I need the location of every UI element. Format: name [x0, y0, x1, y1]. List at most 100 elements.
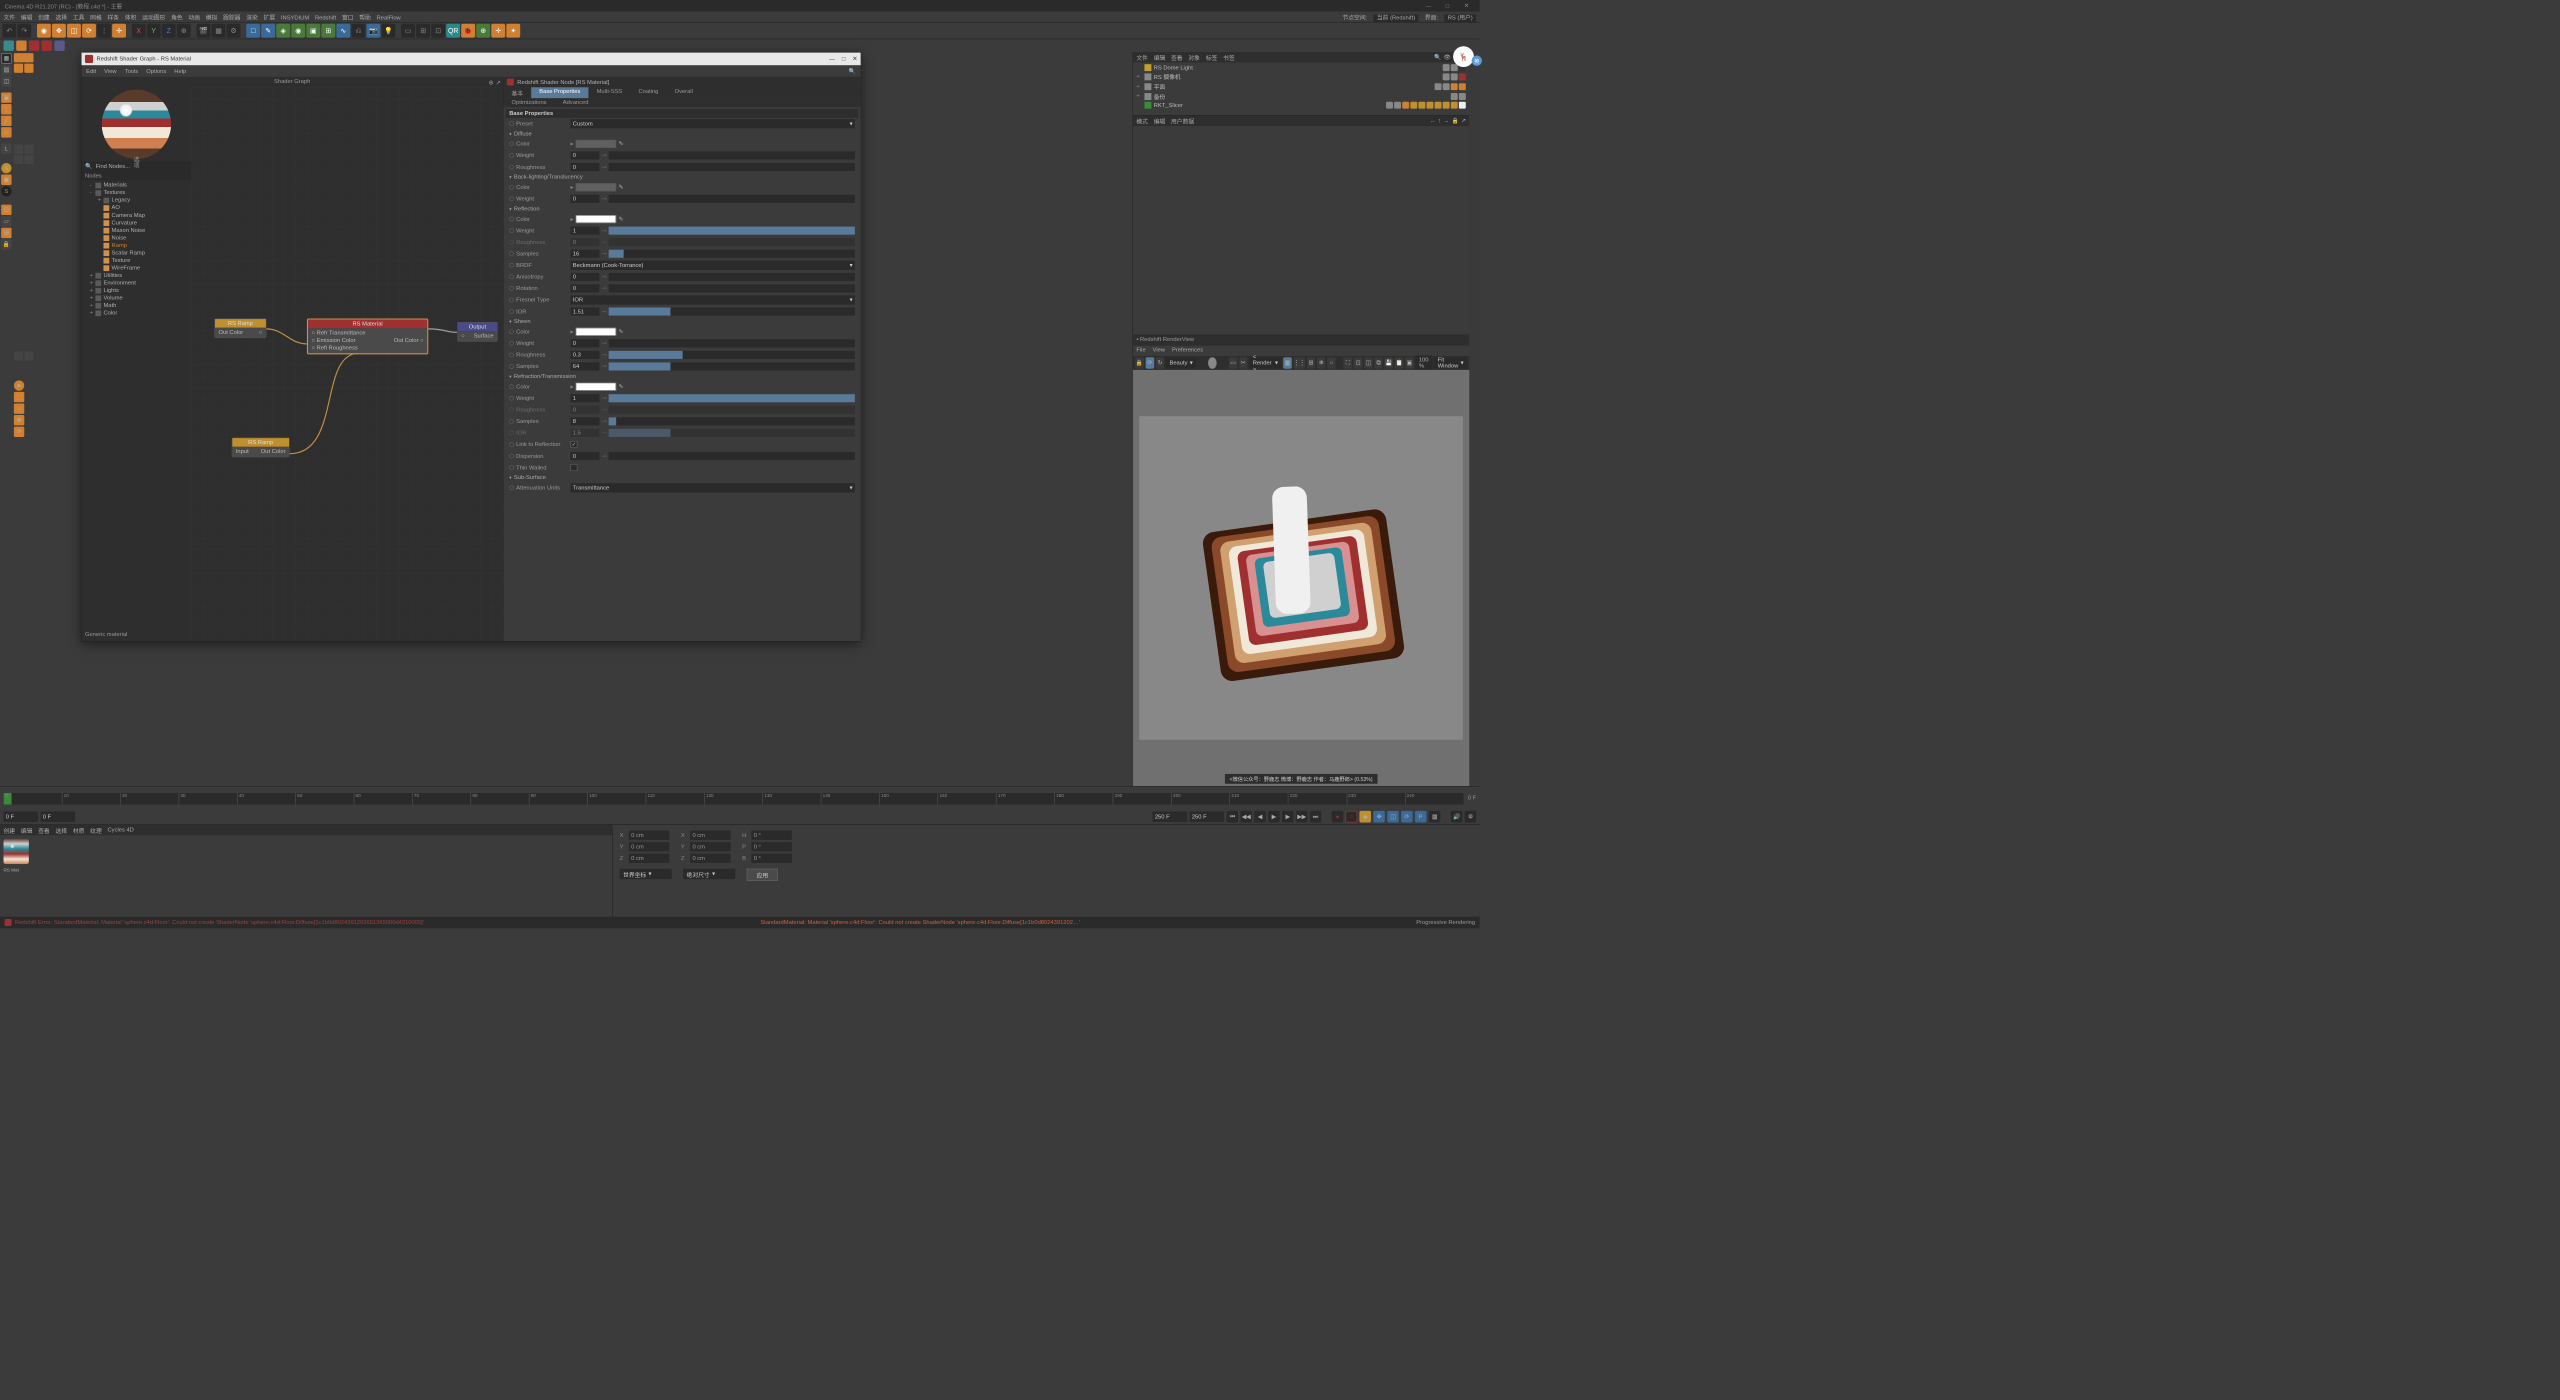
move-tool[interactable]: ✥ [52, 24, 66, 38]
shader-window-titlebar[interactable]: Redshift Shader Graph - RS Material —□✕ [81, 53, 860, 66]
shader-menu-help[interactable]: Help [174, 68, 186, 74]
tab-multi-sss[interactable]: Multi-SSS [588, 87, 630, 98]
frame-cur-input[interactable] [40, 812, 75, 822]
tree-item-color[interactable]: +Color [81, 309, 191, 317]
qr-button[interactable]: QR [446, 24, 460, 38]
rv-render-button[interactable]: ⟳ [1145, 357, 1154, 369]
menu-渲染[interactable]: 渲染 [246, 15, 258, 21]
attr-menu-编辑[interactable]: 编辑 [1154, 116, 1166, 125]
sub-btn-3[interactable] [29, 40, 39, 50]
circle-tool[interactable]: ○ [14, 403, 24, 413]
rv-region-icon[interactable]: ▭ [1229, 357, 1238, 369]
menu-网格[interactable]: 网格 [90, 15, 102, 21]
crosshair-icon[interactable]: ✛ [491, 24, 505, 38]
tex-mode[interactable]: ▨ [1, 65, 11, 75]
tree-item-wireframe[interactable]: WireFrame [81, 264, 191, 272]
key-pos-button[interactable]: ✥ [1373, 811, 1385, 823]
menu-运动图形[interactable]: 运动图形 [142, 15, 165, 21]
shader-menu-options[interactable]: Options [146, 68, 166, 74]
key-param-button[interactable]: P [1415, 811, 1427, 823]
obj-menu-书签[interactable]: 书签 [1223, 53, 1235, 62]
next-key-button[interactable]: ▶▶ [1296, 811, 1308, 823]
pal-1[interactable] [14, 53, 34, 62]
undo-button[interactable]: ↶ [2, 24, 16, 38]
rv-menu-file[interactable]: File [1136, 347, 1145, 355]
tree-item-ramp[interactable]: Ramp [81, 242, 191, 250]
s-icon-1[interactable]: S [1, 163, 11, 173]
tree-item-utilities[interactable]: +Utilities [81, 272, 191, 280]
material-preview[interactable] [102, 90, 171, 159]
play-button[interactable]: ▶ [1268, 811, 1280, 823]
menu-样条[interactable]: 样条 [108, 15, 120, 21]
node-rs-material[interactable]: RS Material ○ Refr Transmittance○ Emissi… [307, 318, 428, 354]
shader-max-button[interactable]: □ [842, 56, 845, 62]
tab-advanced[interactable]: Advanced [555, 98, 597, 107]
floor-button[interactable]: ▭ [401, 24, 415, 38]
minimize-button[interactable]: — [1420, 3, 1437, 9]
obj-备份[interactable]: +备份 [1134, 91, 1468, 101]
redo-button[interactable]: ↷ [17, 24, 31, 38]
apply-button[interactable]: 应用 [747, 869, 778, 881]
grid-button[interactable]: ⊞ [416, 24, 430, 38]
tab-基本[interactable]: 基本 [503, 87, 531, 98]
obj-RS Dome Light[interactable]: RS Dome Light [1134, 64, 1468, 72]
frame-total-input[interactable] [1190, 812, 1225, 822]
locked[interactable]: 🔒 [1, 239, 11, 249]
tree-item-noise[interactable]: Noise [81, 234, 191, 242]
tab-coating[interactable]: Coating [630, 87, 666, 98]
tab-overall[interactable]: Overall [666, 87, 700, 98]
snap-button[interactable]: ⊡ [431, 24, 445, 38]
shader-min-button[interactable]: — [829, 56, 835, 62]
poly-mode[interactable]: ▱ [1, 127, 11, 137]
rv-expand-icon[interactable]: ⛶ [1343, 357, 1352, 369]
section-sheen[interactable]: Sheen [506, 317, 859, 326]
sub-btn-5[interactable] [54, 40, 64, 50]
tree-item-environment[interactable]: +Environment [81, 279, 191, 287]
model-mode[interactable]: ▦ [1, 53, 11, 63]
frame-end-input[interactable] [1153, 812, 1188, 822]
edge-mode[interactable]: ╱ [1, 116, 11, 126]
mat-port[interactable]: ○ Emission ColorOut Color ○ [310, 337, 424, 345]
coord-x2[interactable] [690, 831, 730, 840]
coord-space-select[interactable]: 世界坐标▾ [620, 869, 672, 879]
bug-icon[interactable]: 🐞 [461, 24, 475, 38]
x-axis-button[interactable]: X [132, 24, 146, 38]
tree-item-materials[interactable]: -Materials [81, 181, 191, 189]
tree-item-textures[interactable]: -Textures [81, 189, 191, 197]
rv-snow-icon[interactable]: ❄ [1317, 357, 1326, 369]
rv-split-icon[interactable]: ◫ [1364, 357, 1373, 369]
rv-lock-icon[interactable]: 🔒 [1135, 357, 1144, 369]
menu-创建[interactable]: 创建 [38, 15, 50, 21]
rv-ring-icon[interactable]: ○ [1327, 357, 1336, 369]
attr-menu-模式[interactable]: 模式 [1136, 116, 1148, 125]
attr-up-icon[interactable]: → [1443, 118, 1449, 124]
node-space-select[interactable]: 当前 (Redshift) [1373, 14, 1418, 22]
shader-search-icon[interactable]: 🔍 [849, 68, 856, 74]
attr-fwd-icon[interactable]: ↑ [1438, 118, 1441, 124]
tree-item-ao[interactable]: AO [81, 204, 191, 212]
render-button[interactable]: 🎬 [197, 24, 211, 38]
workplane-mode[interactable]: ◫ [1, 76, 11, 86]
mat-port[interactable]: ○ Refr Transmittance [310, 329, 424, 337]
attr-pop-icon[interactable]: ↗ [1461, 118, 1466, 124]
keyframe-button[interactable]: ◆ [1359, 811, 1371, 823]
viewport-solo[interactable]: ▣ [1, 175, 11, 185]
tree-item-scalar-ramp[interactable]: Scalar Ramp [81, 249, 191, 257]
move-tool2[interactable]: ✥ [14, 415, 24, 425]
section-refraction-transmission[interactable]: Refraction/Transmission [506, 372, 859, 381]
cursor-tool[interactable]: ➤ [14, 380, 24, 390]
tree-item-legacy[interactable]: +Legacy [81, 197, 191, 205]
rv-circle-icon[interactable] [1208, 357, 1217, 369]
autokey-button[interactable]: ○ [1346, 811, 1358, 823]
coord-p[interactable] [751, 842, 791, 851]
tree-item-math[interactable]: +Math [81, 302, 191, 310]
rv-crop-icon[interactable]: ✂ [1239, 357, 1248, 369]
coord-y2[interactable] [690, 842, 730, 851]
burst-icon[interactable]: ✦ [506, 24, 520, 38]
pal-dots-3[interactable] [14, 155, 23, 164]
menu-动画[interactable]: 动画 [188, 15, 200, 21]
target-button[interactable]: ⊕ [476, 24, 490, 38]
prev-key-button[interactable]: ◀◀ [1240, 811, 1252, 823]
shader-side-tab[interactable]: 选项 [131, 157, 140, 169]
coord-y[interactable] [629, 842, 669, 851]
